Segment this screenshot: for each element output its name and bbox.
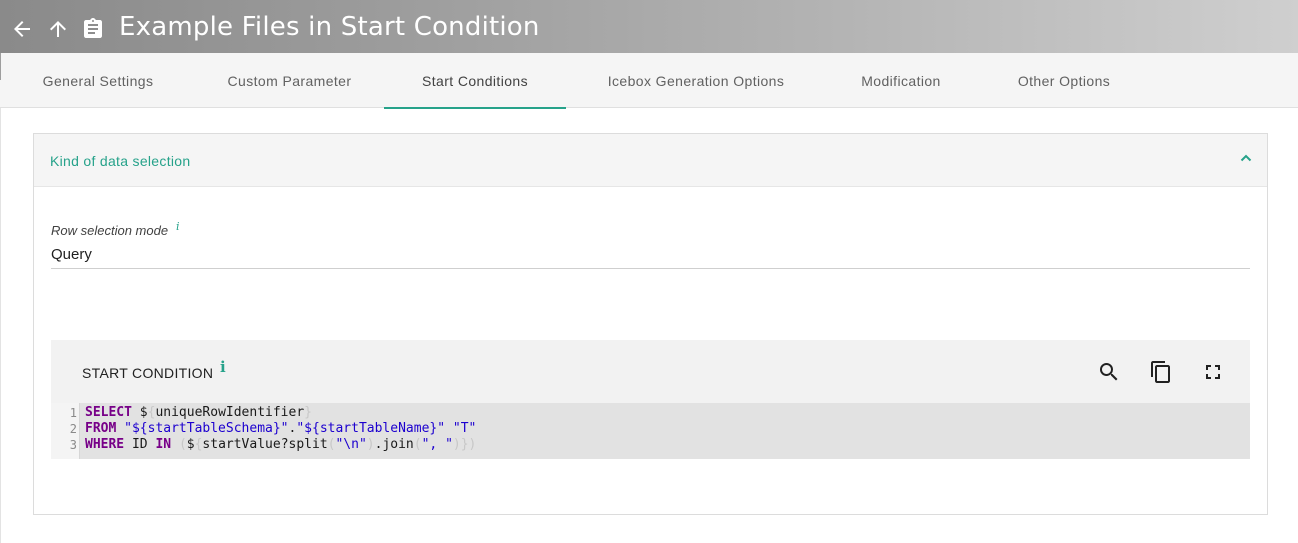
frame-left-border [0,108,1,543]
tab-general-settings[interactable]: General Settings [0,53,196,108]
editor-header: START CONDITION i [51,340,1250,403]
code-line: WHERE ID IN (${startValue?split("\n").jo… [85,437,477,452]
panel-title: Kind of data selection [50,153,191,169]
row-selection-value[interactable]: Query [51,246,92,263]
field-underline [51,268,1250,269]
chevron-up-icon[interactable] [1239,151,1253,165]
tab-icebox-generation-options[interactable]: Icebox Generation Options [566,53,826,108]
copy-icon[interactable] [1149,360,1173,384]
code-editor[interactable]: 1 2 3 SELECT ${uniqueRowIdentifier} FROM… [51,403,1250,459]
data-selection-panel: Kind of data selection Row selection mod… [33,133,1268,515]
page-title: Example Files in Start Condition [119,12,540,42]
tab-modification[interactable]: Modification [826,53,976,108]
arrow-up-icon[interactable] [46,17,70,41]
tabbar-edge [0,53,1,80]
tab-custom-parameter[interactable]: Custom Parameter [196,53,383,108]
tab-start-conditions[interactable]: Start Conditions [384,53,566,109]
line-number: 3 [69,438,77,452]
info-icon[interactable]: i [176,220,180,233]
app-header: Example Files in Start Condition [0,0,1298,53]
line-gutter: 1 2 3 [51,403,80,459]
info-icon[interactable]: i [220,358,226,376]
panel-header[interactable]: Kind of data selection [34,134,1267,187]
editor-title: START CONDITION [82,365,214,381]
tab-other-options[interactable]: Other Options [976,53,1152,108]
line-number: 2 [69,422,77,436]
search-icon[interactable] [1097,360,1121,384]
line-number: 1 [69,406,77,420]
tab-bar: General Settings Custom Parameter Start … [0,53,1298,109]
code-line: FROM "${startTableSchema}"."${startTable… [85,421,477,436]
clipboard-icon [81,17,105,41]
arrow-back-icon[interactable] [10,17,34,41]
code-line: SELECT ${uniqueRowIdentifier} [85,405,312,420]
row-selection-label: Row selection mode [51,223,169,238]
fullscreen-icon[interactable] [1201,360,1225,384]
